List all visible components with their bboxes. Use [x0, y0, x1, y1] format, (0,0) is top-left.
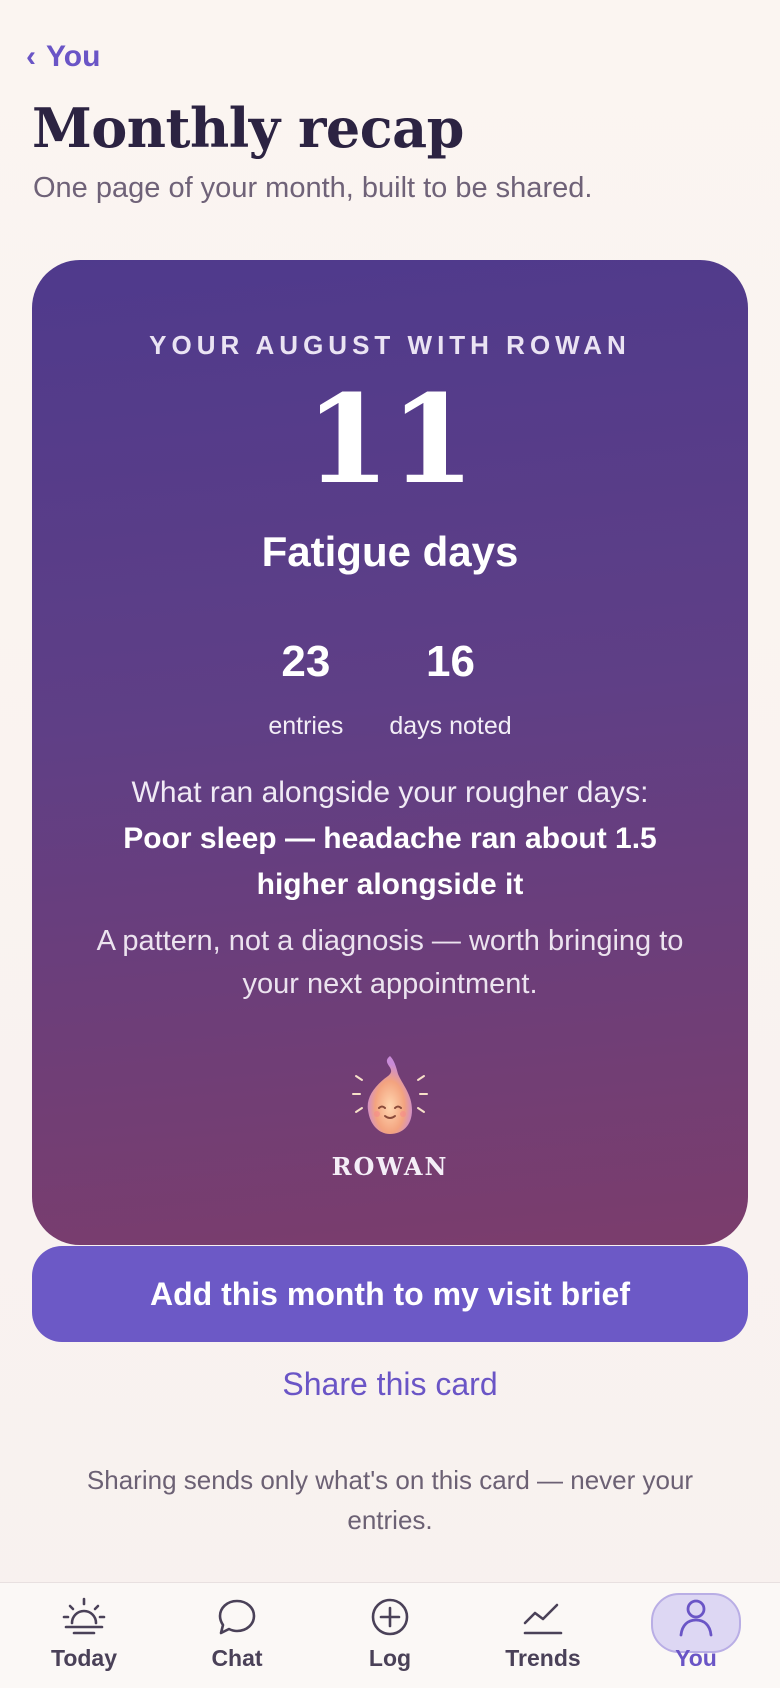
trend-line-icon — [523, 1603, 563, 1635]
plus-circle-icon — [371, 1598, 409, 1636]
chevron-left-icon: ‹ — [26, 40, 36, 73]
tab-label: Today — [50, 1645, 118, 1671]
fatigue-days-count: 11 — [305, 367, 475, 511]
stat-label: entries — [268, 712, 344, 740]
page-subtitle: One page of your month, built to be shar… — [33, 172, 593, 204]
tab-trends[interactable]: Trends — [475, 1583, 611, 1688]
stat-value: 16 — [426, 637, 475, 686]
recap-card: YOUR AUGUST WITH ROWAN 11 Fatigue days 2… — [32, 260, 748, 1245]
card-signature: ROWAN — [331, 1152, 449, 1181]
fatigue-days-label: Fatigue days — [261, 528, 519, 575]
back-label: You — [46, 40, 101, 73]
pattern-lead: What ran alongside your rougher days: — [131, 776, 649, 809]
person-icon — [679, 1599, 713, 1637]
tab-label: Chat — [211, 1645, 263, 1671]
tab-label: Log — [368, 1645, 412, 1671]
rowan-mascot-icon — [350, 1050, 430, 1140]
stat-entries: 23 entries — [268, 640, 343, 741]
tab-label: You — [675, 1645, 717, 1671]
pattern-highlight: Poor sleep — headache ran about 1.5 high… — [123, 822, 657, 901]
stat-value: 23 — [281, 637, 331, 686]
stats-row: 23 entries 16 days noted — [32, 640, 748, 741]
sharing-note: Sharing sends only what's on this card —… — [86, 1465, 694, 1535]
add-to-visit-brief-button[interactable]: Add this month to my visit brief — [32, 1246, 748, 1342]
chat-bubble-icon — [218, 1599, 256, 1635]
back-button[interactable]: ‹ You — [26, 40, 100, 74]
stat-label: days noted — [389, 712, 512, 740]
share-card-button[interactable]: Share this card — [0, 1366, 780, 1403]
tab-today[interactable]: Today — [16, 1583, 152, 1688]
page-title: Monthly recap — [32, 96, 464, 160]
tab-label: Trends — [505, 1645, 581, 1671]
sunrise-icon — [62, 1597, 106, 1635]
tab-chat[interactable]: Chat — [169, 1583, 305, 1688]
stat-days-noted: 16 days noted — [389, 640, 511, 741]
pattern-insight: What ran alongside your rougher days: Po… — [82, 770, 698, 908]
bottom-tab-bar: Today Chat Log Trends You — [0, 1582, 780, 1688]
tab-log[interactable]: Log — [322, 1583, 458, 1688]
card-eyebrow: YOUR AUGUST WITH ROWAN — [149, 330, 631, 360]
tab-you[interactable]: You — [628, 1583, 764, 1688]
pattern-disclaimer: A pattern, not a diagnosis — worth bring… — [96, 925, 684, 1000]
